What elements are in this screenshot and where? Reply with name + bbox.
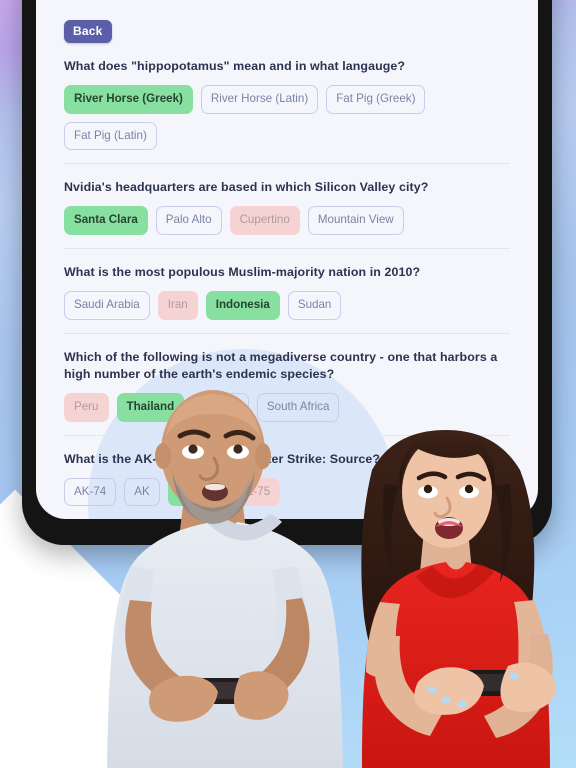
answer-option[interactable]: CZ-75 bbox=[227, 477, 281, 507]
answer-option[interactable]: Sudan bbox=[287, 291, 342, 320]
scene: Back What does "hippopotamus" mean and i… bbox=[0, 0, 576, 768]
answer-option[interactable]: Palo Alto bbox=[155, 206, 222, 235]
question-text: What is the most populous Muslim-majorit… bbox=[64, 265, 421, 279]
question-block: What is the AK-47's name in Counter Stri… bbox=[64, 434, 510, 507]
question-text: What is the AK-47's name in Counter Stri… bbox=[64, 451, 381, 466]
answer-option[interactable]: Mountain View bbox=[307, 206, 404, 235]
answer-list: Peru Thailand Mexico South Africa bbox=[64, 392, 510, 422]
answer-option[interactable]: Cupertino bbox=[229, 206, 300, 235]
question-block: What does "hippopotamus" mean and in wha… bbox=[64, 43, 510, 151]
answer-option[interactable]: Saudi Arabia bbox=[64, 291, 150, 320]
answer-option[interactable]: AK-74 bbox=[64, 477, 117, 507]
answer-option[interactable]: Santa Clara bbox=[64, 206, 148, 235]
answer-option[interactable]: Iran bbox=[157, 291, 198, 320]
answer-option[interactable]: Thailand bbox=[116, 392, 185, 422]
question-text: Nvidia's headquarters are based in which… bbox=[64, 180, 429, 195]
answer-list: AK-74 AK CV-47 CZ-75 bbox=[64, 477, 510, 507]
answer-option[interactable]: South Africa bbox=[256, 392, 340, 422]
question-block: What is the most populous Muslim-majorit… bbox=[64, 248, 510, 320]
question-block: Nvidia's headquarters are based in which… bbox=[64, 163, 510, 235]
answer-option[interactable]: Mexico bbox=[192, 392, 249, 422]
question-text: What does "hippopotamus" mean and in wha… bbox=[64, 59, 406, 73]
answer-option[interactable]: CV-47 bbox=[167, 477, 220, 507]
answer-option[interactable]: Fat Pig (Greek) bbox=[326, 85, 426, 114]
answer-option[interactable]: Indonesia bbox=[205, 291, 280, 320]
answer-list: River Horse (Greek) River Horse (Latin) … bbox=[64, 85, 510, 151]
tablet-device-frame: Back What does "hippopotamus" mean and i… bbox=[22, 0, 552, 545]
answer-option[interactable]: River Horse (Latin) bbox=[200, 85, 319, 114]
answer-list: Santa Clara Palo Alto Cupertino Mountain… bbox=[64, 206, 510, 235]
question-text: Which of the following is not a megadive… bbox=[64, 349, 498, 381]
answer-option[interactable]: River Horse (Greek) bbox=[64, 85, 193, 114]
answer-option[interactable]: Peru bbox=[64, 392, 109, 422]
tablet-screen: Back What does "hippopotamus" mean and i… bbox=[36, 0, 538, 519]
answer-list: Saudi Arabia Iran Indonesia Sudan bbox=[64, 291, 510, 320]
question-block: Which of the following is not a megadive… bbox=[64, 332, 510, 422]
answer-option[interactable]: Fat Pig (Latin) bbox=[64, 121, 157, 151]
answer-option[interactable]: AK bbox=[124, 477, 160, 507]
quiz-results-panel: Back What does "hippopotamus" mean and i… bbox=[36, 0, 538, 519]
back-button[interactable]: Back bbox=[64, 20, 112, 43]
